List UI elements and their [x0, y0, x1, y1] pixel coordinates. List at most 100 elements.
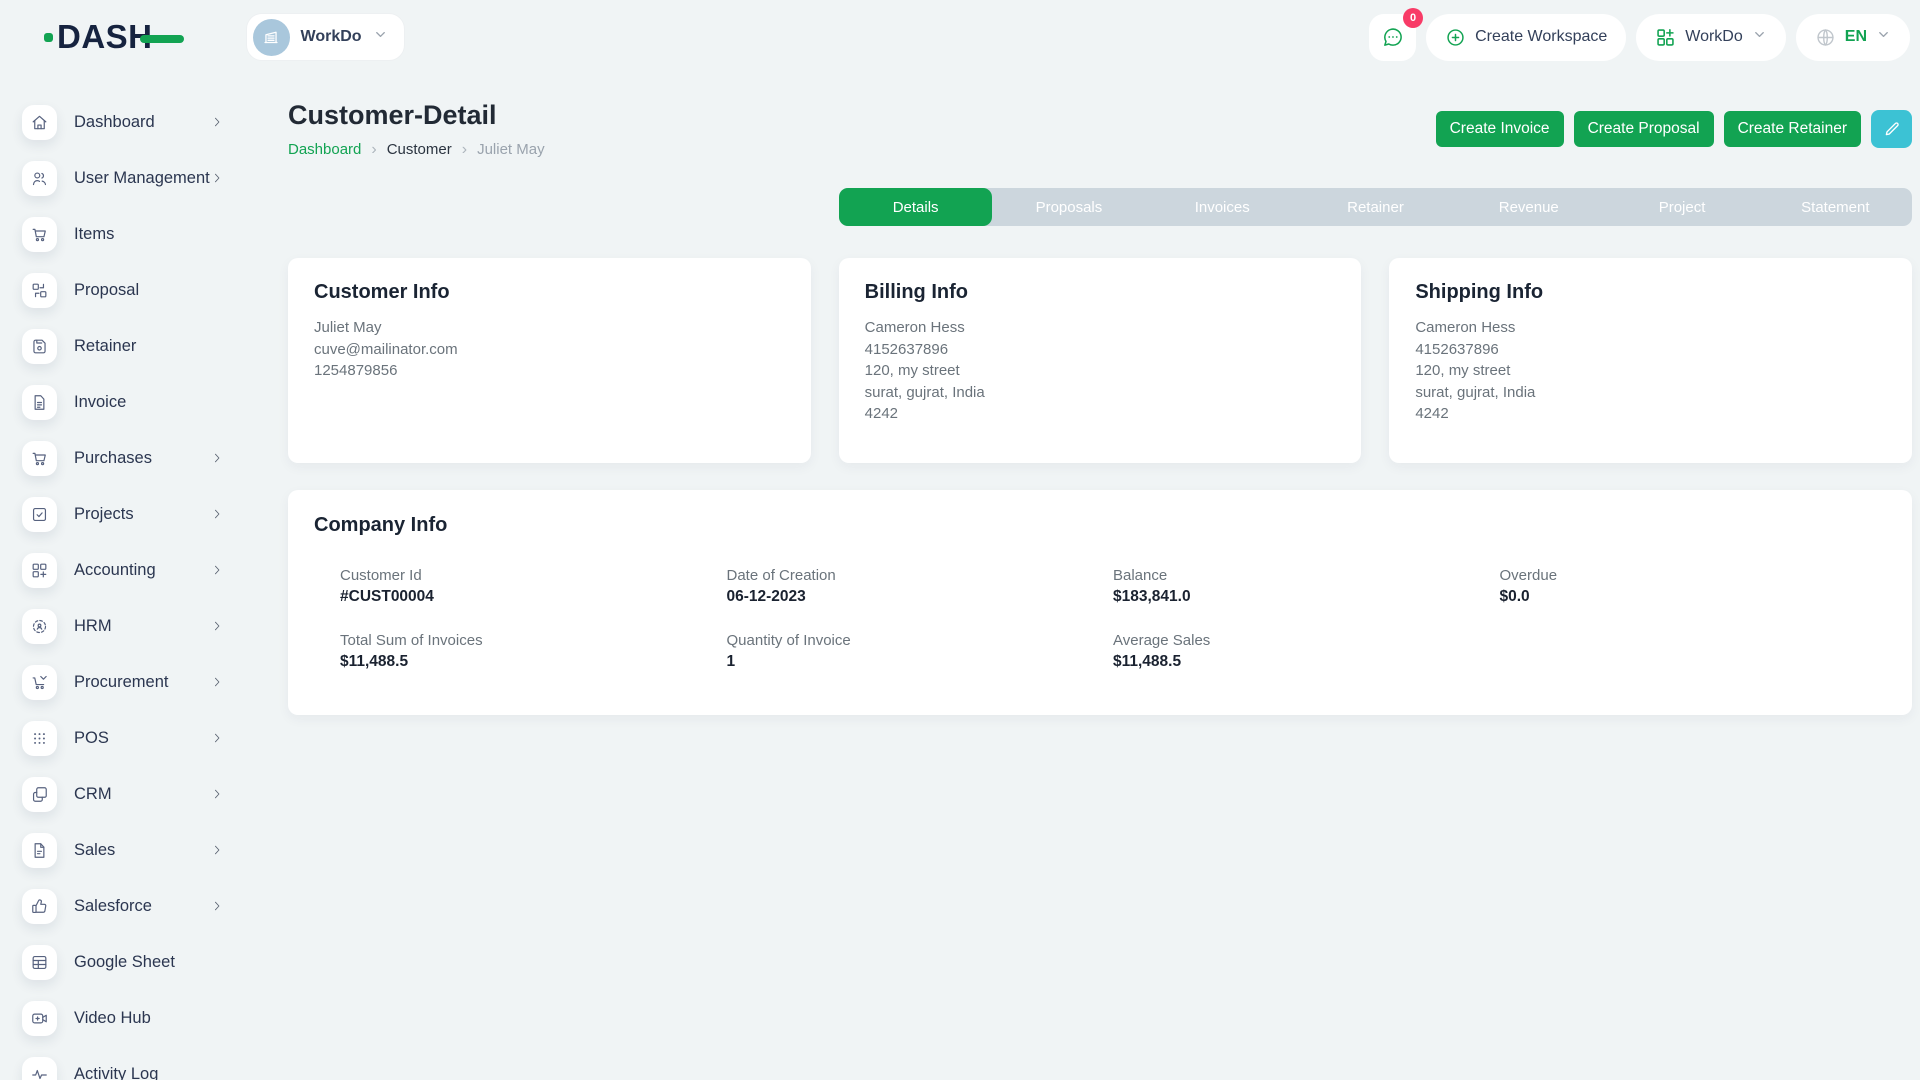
card-line: 1254879856 — [314, 360, 785, 382]
company-info-fields: Customer Id#CUST00004Date of Creation06-… — [340, 567, 1886, 671]
sidebar: Dashboard User ManagementItemsProposal Ret… — [0, 66, 264, 1080]
users-icon — [22, 161, 57, 196]
field-value: 06-12-2023 — [727, 588, 1114, 606]
sidebar-item-retainer[interactable]: Retainer — [0, 318, 264, 374]
workspace-label: WorkDo — [301, 28, 362, 46]
card-line: surat, gujrat, India — [865, 382, 1336, 404]
sidebar-item-invoice[interactable]: Invoice — [0, 374, 264, 430]
windows-icon — [22, 777, 57, 812]
tab-proposals[interactable]: Proposals — [992, 188, 1145, 226]
sidebar-item-label: Video Hub — [74, 1009, 151, 1028]
card-line: surat, gujrat, India — [1415, 382, 1886, 404]
sidebar-item-purchases[interactable]: Purchases — [0, 430, 264, 486]
breadcrumb-separator-icon: › — [462, 142, 467, 158]
sidebar-item-accounting[interactable]: Accounting — [0, 542, 264, 598]
sidebar-item-sales[interactable]: Sales — [0, 822, 264, 878]
field-value: 1 — [727, 653, 1114, 671]
topbar-right-group: 0 Create Workspace WorkDo — [1369, 14, 1910, 61]
sidebar-item-label: HRM — [74, 617, 112, 636]
tab-retainer[interactable]: Retainer — [1299, 188, 1452, 226]
app-logo[interactable]: DASH — [44, 18, 184, 56]
sidebar-item-items[interactable]: Items — [0, 206, 264, 262]
workdo-menu-button[interactable]: WorkDo — [1636, 14, 1786, 61]
page-title: Customer-Detail — [288, 100, 545, 131]
sidebar-item-projects[interactable]: Projects — [0, 486, 264, 542]
card-title: Shipping Info — [1415, 281, 1886, 304]
breadcrumb-item[interactable]: Customer — [387, 141, 452, 158]
card-line: 120, my street — [865, 360, 1336, 382]
workspace-switcher[interactable]: WorkDo — [246, 13, 405, 61]
tab-invoices[interactable]: Invoices — [1146, 188, 1299, 226]
page-actions: Create Invoice Create Proposal Create Reta… — [1436, 110, 1912, 148]
field-value: $11,488.5 — [1113, 653, 1500, 671]
create-workspace-button[interactable]: Create Workspace — [1426, 14, 1626, 61]
workdo-menu-label: WorkDo — [1685, 28, 1743, 46]
sidebar-item-label: Sales — [74, 841, 115, 860]
sidebar-item-label: Retainer — [74, 337, 136, 356]
sidebar-item-dashboard[interactable]: Dashboard — [0, 94, 264, 150]
sidebar-item-proposal[interactable]: Proposal — [0, 262, 264, 318]
field-label: Date of Creation — [727, 567, 1114, 584]
field-value: #CUST00004 — [340, 588, 727, 606]
field-value: $183,841.0 — [1113, 588, 1500, 606]
card-line: Cameron Hess — [865, 317, 1336, 339]
edit-customer-button[interactable] — [1871, 110, 1912, 148]
thumbs-up-icon — [22, 889, 57, 924]
card-line: 4152637896 — [865, 339, 1336, 361]
language-button[interactable]: EN — [1796, 14, 1910, 61]
messages-button[interactable]: 0 — [1369, 14, 1416, 61]
check-square-icon — [22, 497, 57, 532]
breadcrumb-separator-icon: › — [371, 142, 376, 158]
sidebar-item-label: POS — [74, 729, 109, 748]
home-icon — [22, 105, 57, 140]
tab-revenue[interactable]: Revenue — [1452, 188, 1605, 226]
sidebar-item-hrm[interactable]: HRM — [0, 598, 264, 654]
tab-project[interactable]: Project — [1605, 188, 1758, 226]
sidebar-item-crm[interactable]: CRM — [0, 766, 264, 822]
sidebar-item-label: Dashboard — [74, 113, 155, 132]
activity-icon — [22, 1057, 57, 1080]
chevron-right-icon — [210, 675, 224, 689]
create-proposal-button[interactable]: Create Proposal — [1574, 111, 1714, 147]
chevron-right-icon — [210, 507, 224, 521]
sidebar-item-activity-log[interactable]: Activity Log — [0, 1046, 264, 1080]
sidebar-item-procurement[interactable]: Procurement — [0, 654, 264, 710]
messages-badge: 0 — [1403, 8, 1423, 28]
file-text-icon — [22, 385, 57, 420]
sidebar-item-label: CRM — [74, 785, 112, 804]
field-value: $11,488.5 — [340, 653, 727, 671]
pencil-icon — [1883, 120, 1901, 138]
breadcrumb-item: Juliet May — [477, 141, 545, 158]
shipping-info-card: Shipping InfoCameron Hess4152637896120, … — [1389, 258, 1912, 463]
field-label: Overdue — [1500, 567, 1887, 584]
create-retainer-button[interactable]: Create Retainer — [1724, 111, 1861, 147]
create-invoice-button[interactable]: Create Invoice — [1436, 111, 1564, 147]
chevron-right-icon — [210, 787, 224, 801]
chevron-right-icon — [210, 843, 224, 857]
sidebar-item-user-management[interactable]: User Management — [0, 150, 264, 206]
company-field: Balance $183,841.0 — [1113, 567, 1500, 606]
grid-plus-icon — [1655, 27, 1676, 48]
tab-statement[interactable]: Statement — [1759, 188, 1912, 226]
info-cards-row: Customer InfoJuliet Maycuve@mailinator.c… — [288, 258, 1912, 463]
card-title: Billing Info — [865, 281, 1336, 304]
chevron-right-icon — [210, 731, 224, 745]
sidebar-item-google-sheet[interactable]: Google Sheet — [0, 934, 264, 990]
tab-details[interactable]: Details — [839, 188, 992, 226]
sidebar-item-salesforce[interactable]: Salesforce — [0, 878, 264, 934]
sidebar-item-label: Procurement — [74, 673, 168, 692]
sidebar-item-pos[interactable]: POS — [0, 710, 264, 766]
sidebar-item-label: Accounting — [74, 561, 156, 580]
sidebar-item-label: Projects — [74, 505, 134, 524]
breadcrumb-item[interactable]: Dashboard — [288, 141, 361, 158]
plus-circle-icon — [1445, 27, 1466, 48]
card-line: cuve@mailinator.com — [314, 339, 785, 361]
dots-grid-icon — [22, 721, 57, 756]
field-label: Balance — [1113, 567, 1500, 584]
sidebar-item-label: Invoice — [74, 393, 126, 412]
company-field: Quantity of Invoice1 — [727, 632, 1114, 671]
table-icon — [22, 945, 57, 980]
field-value: $0.0 — [1500, 588, 1887, 606]
sidebar-item-video-hub[interactable]: Video Hub — [0, 990, 264, 1046]
cart-arrow-icon — [22, 665, 57, 700]
